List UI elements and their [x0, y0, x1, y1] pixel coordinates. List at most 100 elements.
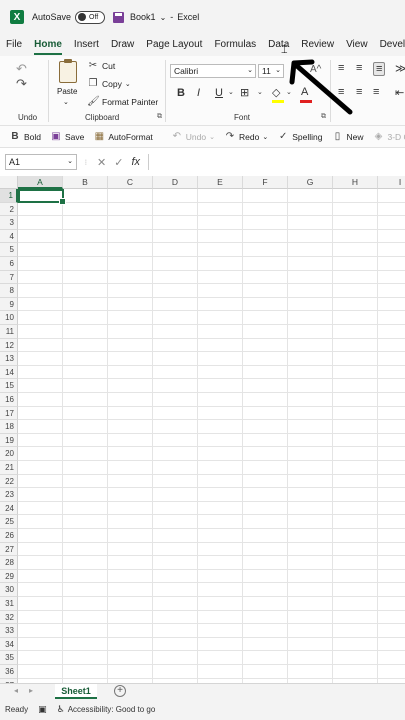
- active-cell-a1[interactable]: [18, 189, 66, 205]
- qat-autoformat-button[interactable]: ▦ AutoFormat: [93, 131, 153, 142]
- row-header-16[interactable]: 16: [0, 393, 18, 407]
- qat-undo-button[interactable]: ↶ Undo ⌄: [171, 131, 215, 142]
- tab-draw[interactable]: Draw: [105, 34, 140, 56]
- row-header-28[interactable]: 28: [0, 556, 18, 570]
- format-painter-button[interactable]: 🖌 Format Painter: [87, 96, 158, 107]
- qat-new-button[interactable]: ▯ New: [331, 131, 364, 142]
- cut-button[interactable]: ✂ Cut: [87, 60, 115, 71]
- workbook-title[interactable]: Book1: [130, 12, 156, 22]
- row-header-3[interactable]: 3: [0, 216, 18, 230]
- tab-data[interactable]: Data: [262, 34, 295, 56]
- row-header-7[interactable]: 7: [0, 270, 18, 285]
- qat-bold-button[interactable]: B Bold: [9, 131, 41, 142]
- dialog-launcher-icon[interactable]: ⧉: [157, 113, 162, 121]
- underline-chevron-down-icon[interactable]: ⌄: [228, 88, 234, 96]
- row-header-18[interactable]: 18: [0, 420, 18, 434]
- font-name-select[interactable]: Calibri ⌄: [170, 64, 256, 78]
- save-icon[interactable]: [113, 11, 125, 23]
- row-header-15[interactable]: 15: [0, 379, 18, 393]
- bold-button[interactable]: B: [177, 87, 185, 99]
- dialog-launcher-icon[interactable]: ⧉: [321, 113, 326, 121]
- tab-view[interactable]: View: [340, 34, 374, 56]
- enter-icon[interactable]: ✓: [114, 156, 123, 169]
- column-header-h[interactable]: H: [333, 176, 378, 189]
- row-header-5[interactable]: 5: [0, 243, 18, 257]
- orientation-icon[interactable]: ≫: [395, 62, 405, 75]
- autosave-toggle[interactable]: Off: [75, 10, 106, 24]
- indent-icon[interactable]: ⇤: [395, 86, 404, 99]
- borders-icon[interactable]: ⊞: [240, 86, 249, 99]
- column-header-d[interactable]: D: [153, 176, 198, 189]
- tab-home[interactable]: Home: [28, 34, 68, 56]
- chevron-down-icon[interactable]: ⌄: [160, 13, 167, 22]
- row-header-11[interactable]: 11: [0, 325, 18, 339]
- align-middle-icon[interactable]: ≡: [356, 62, 362, 74]
- row-header-34[interactable]: 34: [0, 637, 18, 652]
- row-header-4[interactable]: 4: [0, 229, 18, 244]
- redo-icon[interactable]: ↷: [16, 76, 27, 92]
- tab-insert[interactable]: Insert: [68, 34, 105, 56]
- row-header-9[interactable]: 9: [0, 297, 18, 312]
- column-header-i[interactable]: I: [378, 176, 405, 189]
- increase-font-size-button[interactable]: A^: [310, 64, 321, 75]
- row-header-27[interactable]: 27: [0, 542, 18, 557]
- row-header-10[interactable]: 10: [0, 311, 18, 325]
- qat-save-button[interactable]: ▣ Save: [50, 131, 84, 142]
- tab-review[interactable]: Review: [295, 34, 340, 56]
- column-header-b[interactable]: B: [63, 176, 108, 189]
- qat-redo-button[interactable]: ↷ Redo ⌄: [224, 131, 268, 142]
- tab-page-layout[interactable]: Page Layout: [140, 34, 208, 56]
- accessibility-status[interactable]: ♿ Accessibility: Good to go: [57, 704, 156, 715]
- align-right-icon[interactable]: ≡: [373, 86, 379, 98]
- font-color-button[interactable]: A: [301, 86, 308, 98]
- formula-input[interactable]: [148, 154, 405, 170]
- sheet-tab-sheet1[interactable]: Sheet1: [55, 684, 97, 699]
- column-header-a[interactable]: A: [18, 176, 63, 189]
- chevron-right-icon[interactable]: ▸: [29, 686, 33, 695]
- paste-icon[interactable]: [59, 59, 77, 83]
- row-header-29[interactable]: 29: [0, 569, 18, 584]
- qat-3d-button[interactable]: ◈ 3-D C: [372, 131, 405, 142]
- row-header-33[interactable]: 33: [0, 624, 18, 638]
- row-header-12[interactable]: 12: [0, 338, 18, 353]
- chevron-left-icon[interactable]: ◂: [14, 686, 18, 695]
- column-header-e[interactable]: E: [198, 176, 243, 189]
- align-top-icon[interactable]: ≡: [338, 62, 344, 74]
- select-all-corner[interactable]: [0, 176, 18, 189]
- copy-button[interactable]: ❐ Copy ⌄: [87, 78, 131, 89]
- undo-icon[interactable]: ↶: [16, 61, 27, 77]
- tab-file[interactable]: File: [0, 34, 28, 56]
- more-dots-icon[interactable]: ⋮: [83, 159, 89, 166]
- paste-chevron-down-icon[interactable]: ⌄: [63, 98, 69, 106]
- row-header-1[interactable]: 1: [0, 189, 18, 203]
- tab-formulas[interactable]: Formulas: [208, 34, 262, 56]
- fill-color-icon[interactable]: ◇: [272, 86, 280, 99]
- cancel-icon[interactable]: ✕: [97, 156, 106, 169]
- row-header-21[interactable]: 21: [0, 461, 18, 475]
- font-size-select[interactable]: 11 ⌄: [258, 64, 284, 78]
- qat-spelling-button[interactable]: ✓ Spelling: [277, 131, 322, 142]
- row-header-25[interactable]: 25: [0, 515, 18, 529]
- row-header-30[interactable]: 30: [0, 583, 18, 597]
- macro-record-icon[interactable]: ▣: [38, 704, 47, 715]
- underline-button[interactable]: U: [215, 87, 223, 99]
- spreadsheet-grid[interactable]: A B C D E F G H I 1 2 3 4 5 6 7 8 9 10 11 12 13 14 15 16 17 18 19 20…: [0, 176, 405, 683]
- row-header-32[interactable]: 32: [0, 610, 18, 625]
- column-header-f[interactable]: F: [243, 176, 288, 189]
- name-box[interactable]: A1 ⌄: [5, 154, 77, 170]
- align-bottom-icon[interactable]: ≡: [373, 62, 386, 76]
- row-header-14[interactable]: 14: [0, 365, 18, 380]
- row-header-23[interactable]: 23: [0, 488, 18, 502]
- row-header-13[interactable]: 13: [0, 352, 18, 366]
- fill-chevron-down-icon[interactable]: ⌄: [286, 88, 292, 96]
- column-header-g[interactable]: G: [288, 176, 333, 189]
- row-header-20[interactable]: 20: [0, 447, 18, 461]
- row-header-8[interactable]: 8: [0, 284, 18, 298]
- row-header-17[interactable]: 17: [0, 406, 18, 421]
- column-header-c[interactable]: C: [108, 176, 153, 189]
- row-header-35[interactable]: 35: [0, 651, 18, 665]
- row-header-24[interactable]: 24: [0, 501, 18, 516]
- row-header-2[interactable]: 2: [0, 202, 18, 217]
- row-header-22[interactable]: 22: [0, 474, 18, 489]
- copy-chevron-down-icon[interactable]: ⌄: [125, 80, 131, 88]
